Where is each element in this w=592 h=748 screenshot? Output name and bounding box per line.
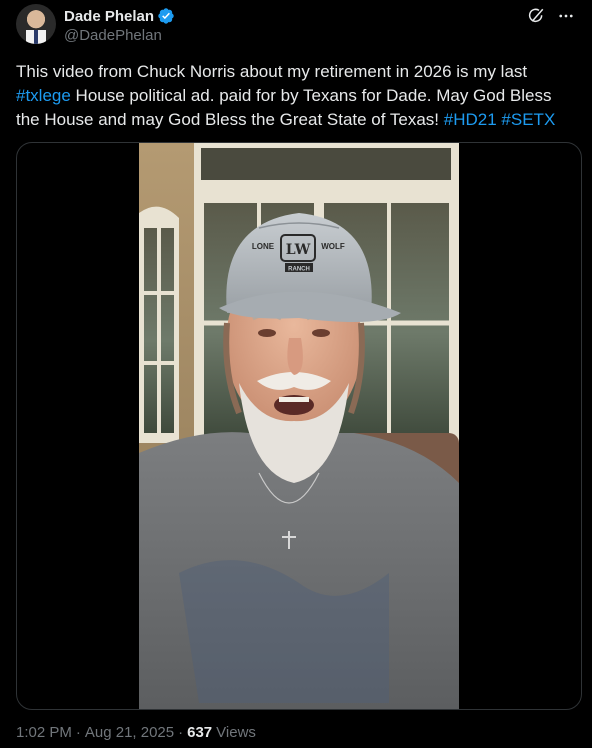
hashtag-link[interactable]: #HD21 xyxy=(444,110,497,129)
verified-badge-icon xyxy=(158,8,174,24)
avatar[interactable] xyxy=(16,4,56,44)
footer-separator: · xyxy=(178,724,184,741)
video-frame: LW LONE WOLF RANCH xyxy=(139,143,459,709)
footer-separator: · xyxy=(75,724,81,741)
tweet-time[interactable]: 1:02 PM xyxy=(16,724,72,741)
author-display-name[interactable]: Dade Phelan xyxy=(64,8,154,25)
cap-logo-text: LW xyxy=(286,242,311,258)
cap-text-left: LONE xyxy=(252,242,275,251)
grok-icon[interactable] xyxy=(526,6,546,26)
tweet-date[interactable]: Aug 21, 2025 xyxy=(85,724,174,741)
hashtag-link[interactable]: #SETX xyxy=(501,110,555,129)
author-name-row: Dade Phelan xyxy=(64,7,175,25)
tweet-top-actions xyxy=(526,6,576,26)
cap-text-right: WOLF xyxy=(321,242,345,251)
tweet-header: Dade Phelan @DadePhelan xyxy=(16,4,576,48)
author-handle[interactable]: @DadePhelan xyxy=(64,27,162,44)
more-icon[interactable] xyxy=(556,6,576,26)
video-player[interactable]: LW LONE WOLF RANCH xyxy=(16,142,582,710)
tweet-text: This video from Chuck Norris about my re… xyxy=(16,60,576,132)
avatar-tie xyxy=(34,30,38,44)
hashtag-link[interactable]: #txlege xyxy=(16,86,71,105)
tweet-text-segment: This video from Chuck Norris about my re… xyxy=(16,62,528,81)
tweet-footer: 1:02 PM · Aug 21, 2025 · 637 Views xyxy=(16,724,256,741)
video-still: LW LONE WOLF RANCH xyxy=(139,143,459,709)
cap-text-bottom: RANCH xyxy=(288,267,310,273)
views-label: Views xyxy=(216,724,256,741)
views-count: 637 xyxy=(187,724,213,741)
